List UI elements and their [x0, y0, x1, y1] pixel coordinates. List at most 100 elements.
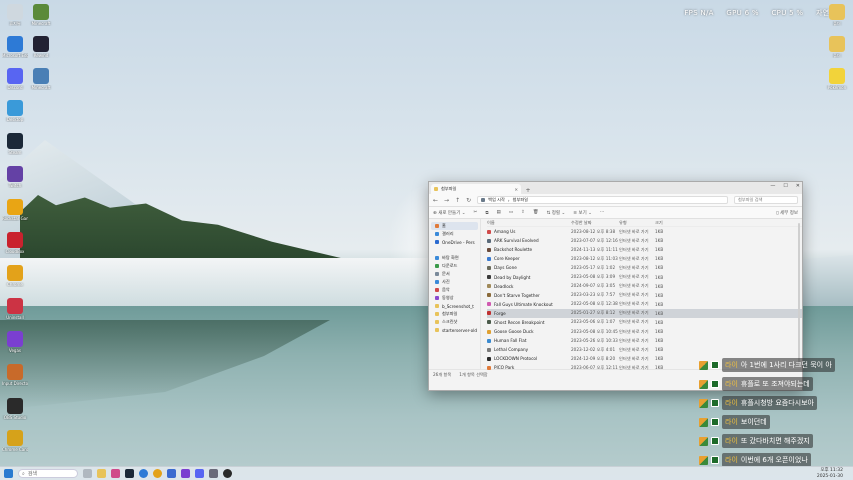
table-row[interactable]: Lethal Company 2023-12-02 오후 4:01 인터넷 바로 가… [487, 345, 802, 354]
desktop-icon[interactable]: Discord [2, 68, 28, 90]
sidebar-item[interactable]: b_Screenshot_t [429, 302, 480, 310]
sidebar-item[interactable]: OneDrive - Pers [429, 238, 480, 246]
sort-button[interactable]: ⇅ 정렬 ⌄ [547, 210, 566, 216]
task-view-icon[interactable] [83, 469, 92, 478]
desktop-icon[interactable]: Twitch [2, 166, 28, 188]
up-arrow-icon[interactable]: ↑ [455, 197, 460, 204]
minimize-icon[interactable]: — [770, 183, 775, 189]
column-type[interactable]: 유형 [619, 220, 655, 226]
desktop-icon[interactable]: Chrome [2, 265, 28, 287]
desktop-icon[interactable]: Rockstar Games [2, 199, 28, 221]
desktop-icon[interactable]: Vegas [2, 331, 28, 353]
column-date[interactable]: 수정한 날짜 [571, 220, 619, 226]
sidebar-item[interactable]: starterserver-old [429, 326, 480, 334]
paste-icon[interactable]: ▤ [497, 210, 501, 215]
sidebar-item[interactable]: 사진 [429, 278, 480, 286]
sidebar-item[interactable]: 문서 [429, 270, 480, 278]
desktop-icon[interactable]: 폴더 [824, 36, 850, 58]
steam-icon[interactable] [125, 469, 134, 478]
system-clock[interactable]: 오후 11:32 2025-01-30 [817, 468, 843, 479]
breadcrumb-root[interactable]: 백업 시작 [488, 197, 505, 203]
table-row[interactable]: Days Gone 2023-05-17 오후 1:02 인터넷 바로 가기 1KB [487, 263, 802, 272]
rename-icon[interactable]: ▭ [509, 210, 513, 215]
table-row[interactable]: Don't Starve Together 2023-03-23 오후 7:57 인… [487, 291, 802, 300]
search-icon: ⌕ [22, 470, 25, 477]
table-row[interactable]: Human Fall Flat 2023-05-26 오후 10:33 인터넷 바로… [487, 336, 802, 345]
close-icon[interactable]: ✕ [796, 183, 800, 189]
desktop-icon[interactable]: Desktop [2, 100, 28, 122]
desktop-icon[interactable]: OBS Studio [2, 398, 28, 420]
desktop-icon[interactable]: Chrome Canary [2, 430, 28, 452]
table-row[interactable]: Core Keeper 2023-08-12 오후 11:03 인터넷 바로 가기 1… [487, 254, 802, 263]
table-row[interactable]: Ghost Recon Breakpoint 2023-05-06 오후 1:07… [487, 318, 802, 327]
cut-icon[interactable]: ✂ [474, 210, 478, 215]
table-row[interactable]: Fall Guys Ultimate Knockout 2022-05-08 오후… [487, 300, 802, 309]
search-input[interactable]: 첨부파일 검색 [734, 196, 798, 204]
table-row[interactable]: Amang Us 2023-08-12 오후 8:38 인터넷 바로 가기 1KB [487, 227, 802, 236]
table-row[interactable]: Dead by Daylight 2023-05-08 오후 3:09 인터넷 바로… [487, 272, 802, 281]
edge-icon[interactable] [139, 469, 148, 478]
desktop-icon[interactable]: 휴지통 [2, 4, 28, 26]
file-name-cell: Fall Guys Ultimate Knockout [487, 302, 571, 307]
maximize-icon[interactable]: ☐ [783, 183, 787, 189]
sidebar-item[interactable]: 동영상 [429, 294, 480, 302]
folder-icon [829, 36, 845, 52]
table-row[interactable]: Backshot Roulette 2024-11-13 오후 11:11 인터넷 … [487, 245, 802, 254]
more-button[interactable]: ··· [600, 210, 604, 215]
table-row[interactable]: Forge 2025-01-27 오후 8:12 인터넷 바로 가기 1KB [487, 308, 802, 318]
table-row[interactable]: Deadlock 2024-09-07 오후 3:05 인터넷 바로 가기 1KB [487, 282, 802, 291]
breadcrumb-current[interactable]: 첨부파일 [513, 197, 528, 203]
app-icon[interactable] [209, 469, 218, 478]
desktop-icon[interactable]: Microsoft Edge [2, 36, 28, 58]
start-icon[interactable] [4, 469, 13, 478]
delete-icon[interactable]: 🗑 [533, 210, 539, 215]
refresh-icon[interactable]: ↻ [466, 197, 471, 204]
gpu-value: 6 % [744, 9, 759, 17]
file-explorer-icon[interactable] [97, 469, 106, 478]
new-label: 새로 만들기 [438, 210, 461, 216]
copy-icon[interactable]: ⧉ [485, 210, 488, 216]
share-icon[interactable]: ⇪ [521, 210, 525, 215]
breadcrumb[interactable]: 백업 시작 › 첨부파일 [477, 196, 728, 204]
back-arrow-icon[interactable]: ← [433, 197, 438, 204]
desktop-icon[interactable]: Rewind [28, 36, 54, 58]
column-size[interactable]: 크기 [655, 220, 675, 226]
discord-icon[interactable] [195, 469, 204, 478]
sidebar-item[interactable]: 바탕 화면 [429, 254, 480, 262]
view-button[interactable]: ≡ 보기 ⌄ [573, 210, 592, 216]
new-button[interactable]: ⊕ 새로 만들기 ⌄ [433, 210, 466, 216]
table-row[interactable]: Goose Goose Duck 2023-05-08 오후 10:45 인터넷 바… [487, 327, 802, 336]
chrome-icon[interactable] [153, 469, 162, 478]
desktop-icon[interactable]: Minecraft [28, 4, 54, 26]
desktop-icon[interactable]: Input Director [2, 364, 28, 386]
x-app-icon [7, 331, 23, 347]
sidebar-item[interactable]: 음악 [429, 286, 480, 294]
desktop-icon[interactable]: Uninstall [2, 298, 28, 320]
table-row[interactable]: ARK Survival Evolved 2023-07-07 오후 12:16 인… [487, 236, 802, 245]
desktop-icon[interactable]: CloudBox [2, 232, 28, 254]
sidebar-item[interactable]: 첨부파일 [429, 310, 480, 318]
details-button[interactable]: ▯ 세부 정보 [776, 210, 798, 216]
scrollbar[interactable] [798, 223, 800, 363]
forward-arrow-icon[interactable]: → [444, 197, 449, 204]
desktop-icon[interactable]: Minecraft [28, 68, 54, 90]
sidebar-item[interactable]: 다운로드 [429, 262, 480, 270]
new-tab-icon[interactable]: + [523, 187, 533, 194]
desktop-icon[interactable]: Steam [2, 133, 28, 155]
desktop-icon[interactable]: Pokémon [824, 68, 850, 90]
taskbar-search[interactable]: ⌕ 검색 [18, 469, 78, 478]
vegas-icon[interactable] [181, 469, 190, 478]
sidebar-item[interactable]: 갤러리 [429, 230, 480, 238]
close-tab-icon[interactable]: ✕ [514, 187, 518, 192]
folder-icon [435, 304, 439, 308]
column-name[interactable]: 이름 [487, 220, 571, 226]
sidebar-item[interactable]: 스크린샷 [429, 318, 480, 326]
file-name: LOCKDOWN Protocol [494, 356, 538, 362]
file-name: Dead by Daylight [494, 274, 531, 280]
desktop-icon[interactable]: 폴더 [824, 4, 850, 26]
sidebar-item[interactable]: 홈 [431, 222, 478, 230]
explorer-tab[interactable]: 첨부파일 ✕ [431, 184, 521, 194]
app-icon[interactable] [111, 469, 120, 478]
app-icon[interactable] [167, 469, 176, 478]
obs-icon[interactable] [223, 469, 232, 478]
